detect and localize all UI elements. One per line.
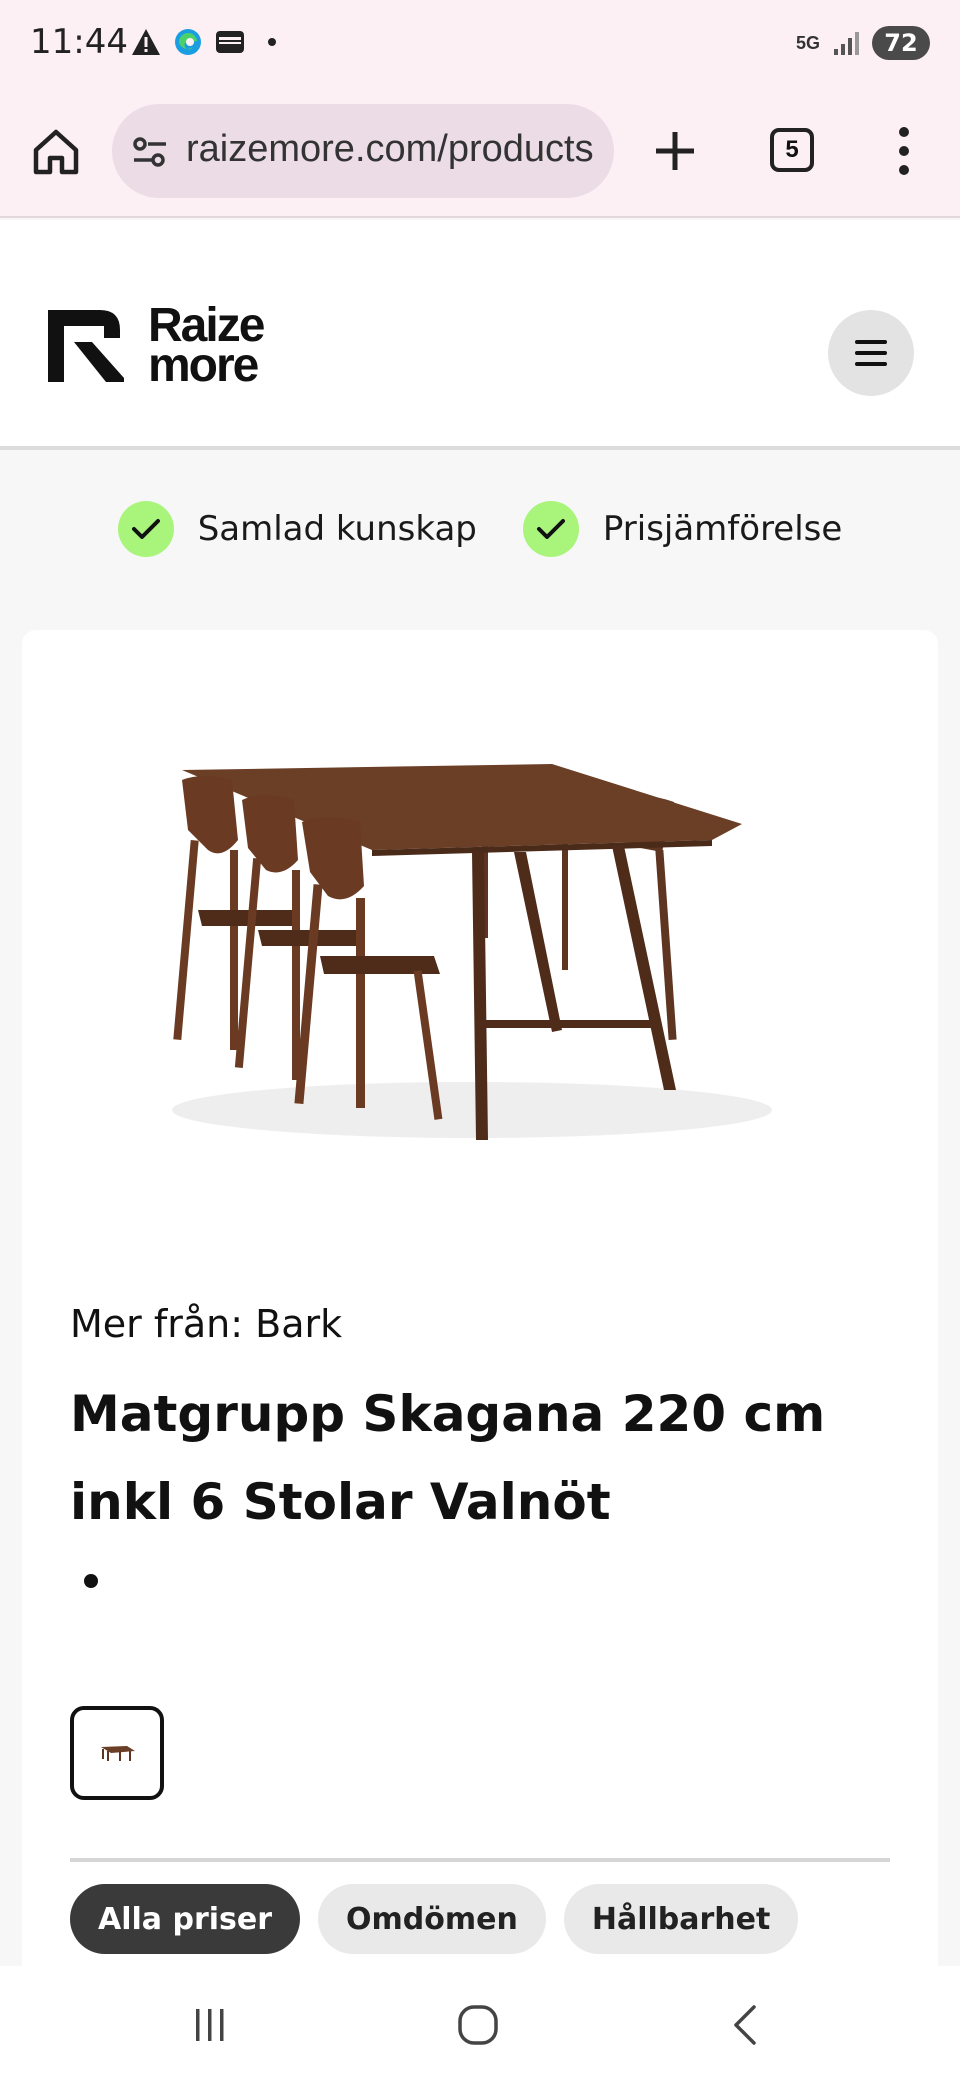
usp-label: Samlad kunskap [197, 509, 477, 549]
check-icon [522, 501, 579, 557]
wallet-icon [214, 26, 246, 58]
back-button[interactable] [716, 2000, 776, 2050]
back-chevron-icon [734, 2005, 756, 2045]
signal-icon [830, 27, 862, 59]
brand-link[interactable]: Mer från: Bark [70, 1302, 342, 1346]
home-circle-icon [458, 2005, 498, 2045]
status-system-icons: 5G 72 [796, 26, 930, 60]
tab-all-prices[interactable]: Alla priser [70, 1884, 301, 1954]
logo-wordmark: Raize more [148, 302, 265, 392]
logo-line2: more [148, 339, 259, 392]
edge-icon [172, 26, 204, 58]
address-bar[interactable]: raizemore.com/products [112, 104, 614, 198]
more-vert-icon [899, 127, 909, 175]
battery-indicator: 72 [872, 26, 930, 60]
check-icon [117, 501, 174, 557]
dot-icon [256, 26, 288, 58]
status-time: 11:44 [30, 22, 128, 62]
browser-menu-button[interactable] [884, 124, 924, 178]
status-notification-icons [130, 26, 288, 58]
logo-mark-icon [48, 310, 124, 382]
usp-item-price-comparison: Prisjämförelse [522, 501, 843, 557]
tab-switcher-button[interactable]: 5 [770, 128, 814, 172]
home-icon [33, 129, 79, 175]
site-settings-icon[interactable] [130, 132, 170, 172]
usp-strip: Samlad kunskap Prisjämförelse [0, 454, 960, 604]
section-divider [70, 1858, 890, 1862]
recents-icon [196, 2009, 224, 2041]
plus-icon [656, 132, 694, 170]
home-button[interactable] [28, 124, 84, 180]
product-title: Matgrupp Skagana 220 cm inkl 6 Stolar Va… [70, 1385, 826, 1531]
url-text: raizemore.com/products [186, 128, 594, 170]
browser-toolbar: raizemore.com/products 5 [0, 90, 960, 218]
product-image[interactable] [142, 750, 802, 1170]
warning-icon [130, 26, 162, 58]
tab-sustainability[interactable]: Hållbarhet [563, 1884, 799, 1954]
thumbnail-image [101, 1746, 135, 1761]
product-card: Mer från: Bark Matgrupp Skagana 220 cm i… [22, 630, 938, 2080]
new-tab-button[interactable] [648, 124, 702, 178]
recents-button[interactable] [180, 2000, 240, 2050]
product-thumbnail[interactable] [70, 1706, 164, 1800]
system-nav-bar [0, 1966, 960, 2080]
bullet-point [84, 1574, 98, 1588]
hamburger-icon [855, 340, 887, 366]
home-nav-button[interactable] [448, 2000, 508, 2050]
usp-item-knowledge: Samlad kunskap [117, 501, 477, 557]
product-tabs: Alla priser Omdömen Hållbarhet [70, 1884, 799, 1954]
site-header: Raize more [0, 220, 960, 450]
network-type-label: 5G [795, 32, 820, 53]
tab-reviews[interactable]: Omdömen [318, 1884, 546, 1954]
status-bar: 11:44 5G 72 [0, 0, 960, 90]
usp-label: Prisjämförelse [602, 509, 843, 549]
site-logo[interactable]: Raize more [44, 302, 265, 392]
site-menu-button[interactable] [828, 310, 914, 396]
